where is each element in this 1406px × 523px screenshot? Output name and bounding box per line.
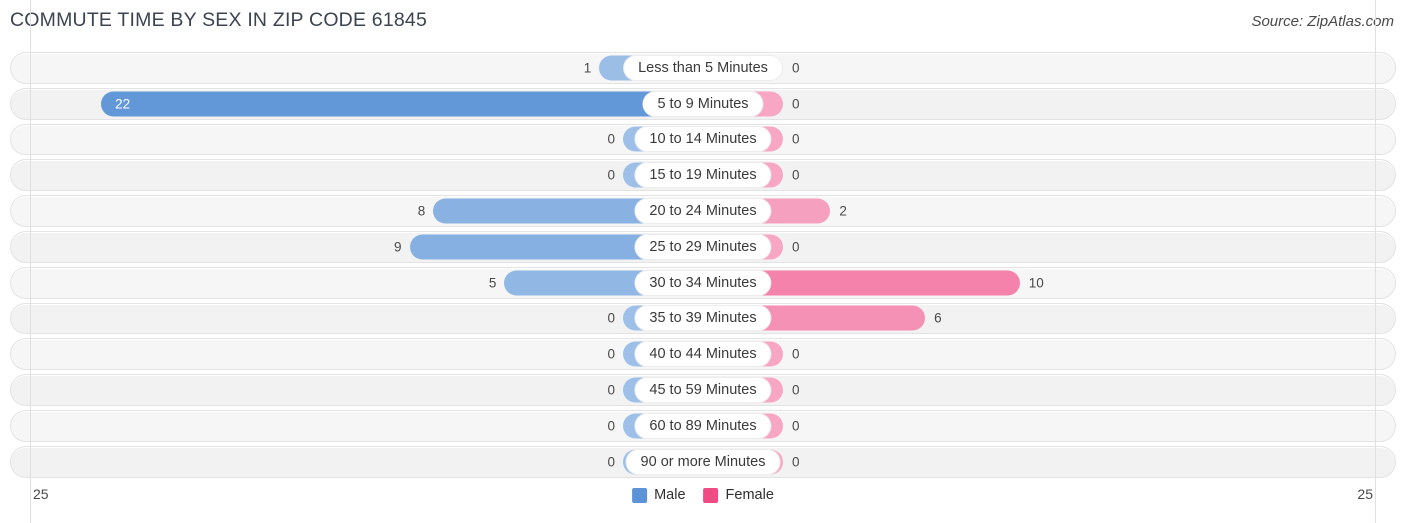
category-label: 20 to 24 Minutes [635, 199, 771, 224]
bar-row: 0 0 45 to 59 Minutes [0, 372, 1406, 408]
bar-value-female: 10 [1028, 275, 1044, 291]
bar-value-male: 0 [607, 382, 615, 398]
bar-value-male: 0 [607, 167, 615, 183]
category-label: 30 to 34 Minutes [635, 270, 771, 295]
bar-value-male: 9 [394, 239, 402, 255]
bar-value-male: 5 [488, 275, 497, 291]
legend-item-female[interactable]: Female [703, 487, 774, 503]
bar-value-male: 8 [417, 203, 426, 219]
bar-value-female: 0 [792, 60, 800, 76]
legend-swatch-male-icon [632, 487, 648, 503]
bar-row: 1 0 Less than 5 Minutes [0, 50, 1406, 86]
bar-value-male: 0 [607, 131, 615, 147]
bar-row: 22 0 5 to 9 Minutes [0, 86, 1406, 122]
bar-value-female: 6 [934, 310, 942, 326]
bar-row: 5 10 30 to 34 Minutes [0, 265, 1406, 301]
axis-line-right [1375, 0, 1376, 523]
axis-max-left: 25 [33, 486, 49, 502]
bar-row: 8 2 20 to 24 Minutes [0, 193, 1406, 229]
bar-value-female: 0 [792, 454, 800, 470]
bar-value-female: 0 [792, 96, 800, 112]
axis-line-left [30, 0, 31, 523]
category-label: 5 to 9 Minutes [643, 91, 763, 116]
legend: Male Female [632, 487, 774, 503]
source-attribution: Source: ZipAtlas.com [1251, 13, 1394, 30]
category-label: 15 to 19 Minutes [635, 163, 771, 188]
category-label: Less than 5 Minutes [624, 55, 782, 80]
bar-value-female: 0 [792, 382, 800, 398]
bar-value-male: 0 [607, 346, 615, 362]
bar-row: 9 0 25 to 29 Minutes [0, 229, 1406, 265]
bar-rows: 1 0 Less than 5 Minutes 22 0 5 to 9 Minutes 0 0… [0, 50, 1406, 480]
category-label: 40 to 44 Minutes [635, 342, 771, 367]
bar-value-male: 22 [115, 96, 131, 112]
legend-item-male[interactable]: Male [632, 487, 686, 503]
axis-max-right: 25 [1357, 486, 1373, 502]
category-label: 10 to 14 Minutes [635, 127, 771, 152]
bar-row: 0 0 15 to 19 Minutes [0, 157, 1406, 193]
bar-value-female: 0 [792, 239, 800, 255]
legend-label-male: Male [654, 487, 686, 503]
bar-value-female: 0 [792, 346, 800, 362]
bar-value-female: 0 [792, 167, 800, 183]
bar-row: 0 0 60 to 89 Minutes [0, 408, 1406, 444]
page-title: COMMUTE TIME BY SEX IN ZIP CODE 61845 [10, 9, 428, 31]
bar-row: 0 0 40 to 44 Minutes [0, 336, 1406, 372]
legend-swatch-female-icon [703, 487, 719, 503]
category-label: 35 to 39 Minutes [635, 306, 771, 331]
bar-value-female: 2 [839, 203, 847, 219]
bar-male[interactable] [101, 91, 703, 117]
category-label: 45 to 59 Minutes [635, 378, 771, 403]
bar-row: 0 6 35 to 39 Minutes [0, 301, 1406, 337]
bar-value-male: 0 [607, 310, 615, 326]
bar-row: 0 0 90 or more Minutes [0, 444, 1406, 480]
category-label: 60 to 89 Minutes [635, 413, 771, 438]
legend-label-female: Female [725, 487, 774, 503]
bar-value-female: 0 [792, 418, 800, 434]
chart-footer: 25 25 Male Female [0, 480, 1406, 523]
bar-value-male: 1 [583, 60, 592, 76]
category-label: 25 to 29 Minutes [635, 234, 771, 259]
chart-container: COMMUTE TIME BY SEX IN ZIP CODE 61845 So… [0, 0, 1406, 523]
bar-value-female: 0 [792, 131, 800, 147]
bar-value-male: 0 [607, 418, 615, 434]
bar-value-male: 0 [607, 454, 615, 470]
bar-row: 0 0 10 to 14 Minutes [0, 122, 1406, 158]
category-label: 90 or more Minutes [626, 449, 780, 474]
